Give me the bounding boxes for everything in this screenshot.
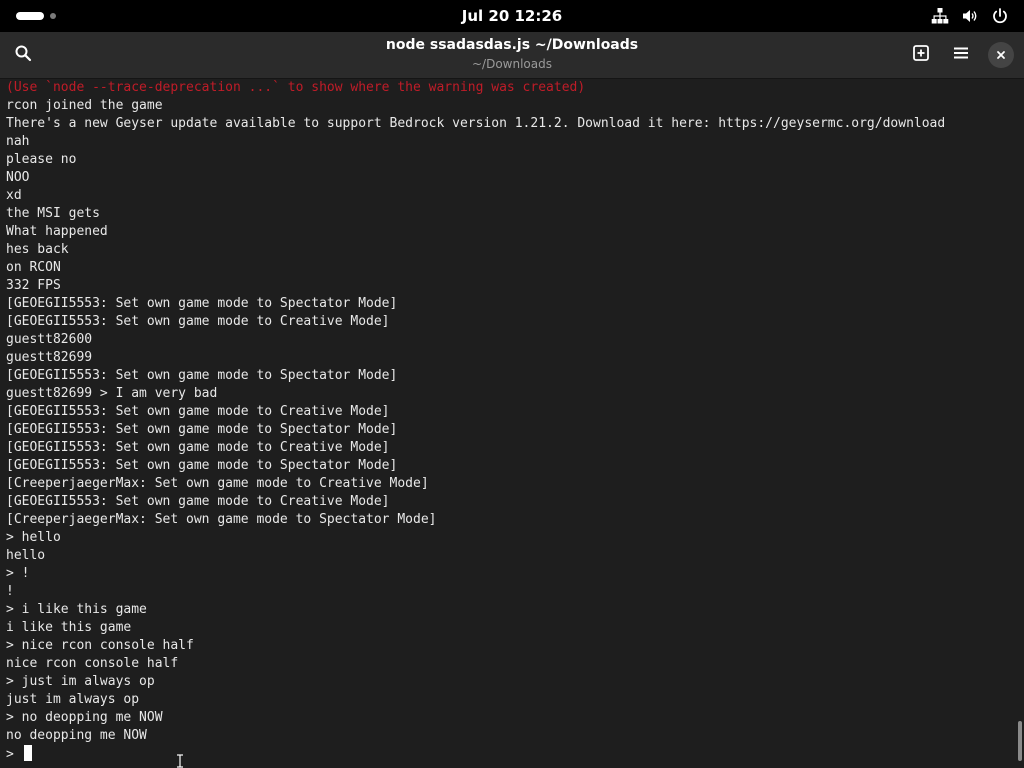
menu-icon [952,44,970,66]
new-tab-button[interactable] [905,39,937,71]
terminal-line: please no [6,152,77,167]
terminal-line: the MSI gets [6,206,100,221]
system-tray[interactable] [930,6,1010,26]
close-icon [988,42,1014,68]
terminal-line: [GEOEGII5553: Set own game mode to Creat… [6,404,390,419]
terminal-line: [GEOEGII5553: Set own game mode to Spect… [6,368,398,383]
terminal-line: i like this game [6,620,132,635]
terminal-line: [GEOEGII5553: Set own game mode to Creat… [6,440,390,455]
power-icon[interactable] [990,6,1010,26]
search-button[interactable] [7,39,39,71]
terminal-line: > just im always op [6,674,155,689]
new-tab-icon [912,44,930,66]
terminal-scrollbar[interactable] [1018,721,1022,761]
terminal-line: nah [6,134,30,149]
terminal-line: [CreeperjaegerMax: Set own game mode to … [6,476,429,491]
mouse-ibeam-cursor-icon [177,754,183,768]
terminal-line: nice rcon console half [6,656,179,671]
terminal-line: > ! [6,566,30,581]
terminal-line: [GEOEGII5553: Set own game mode to Creat… [6,494,390,509]
main-menu-button[interactable] [945,39,977,71]
terminal-line: guestt82600 [6,332,93,347]
system-top-bar: Jul 20 12:26 [0,0,1024,32]
text-cursor [23,745,32,761]
terminal-line: [GEOEGII5553: Set own game mode to Creat… [6,314,390,329]
terminal-header-bar: node ssadasdas.js ~/Downloads ~/Download… [0,32,1024,79]
terminal-lines: (Use `node --trace-deprecation ...` to s… [6,79,945,763]
volume-icon[interactable] [960,6,980,26]
terminal-line: 332 FPS [6,278,61,293]
window-title: node ssadasdas.js ~/Downloads [385,37,639,53]
terminal-line: guestt82699 > I am very bad [6,386,218,401]
window-subtitle: ~/Downloads [472,57,552,71]
terminal-line: [GEOEGII5553: Set own game mode to Spect… [6,296,398,311]
terminal-line: ! [6,584,14,599]
terminal-line: no deopping me NOW [6,728,147,743]
terminal-line: xd [6,188,22,203]
terminal-line: [GEOEGII5553: Set own game mode to Spect… [6,422,398,437]
terminal-line: guestt82699 [6,350,93,365]
terminal-line: There's a new Geyser update available to… [6,116,946,131]
terminal-warning-line: (Use `node --trace-deprecation ...` to s… [6,80,586,95]
terminal-line: [GEOEGII5553: Set own game mode to Spect… [6,458,398,473]
terminal-line: > i like this game [6,602,147,617]
terminal-line: on RCON [6,260,61,275]
terminal-line: rcon joined the game [6,98,163,113]
terminal-line: > no deopping me NOW [6,710,163,725]
close-window-button[interactable] [985,39,1017,71]
terminal-line: > nice rcon console half [6,638,194,653]
terminal-line: What happened [6,224,108,239]
terminal-line: hes back [6,242,69,257]
terminal-line: just im always op [6,692,140,707]
network-icon[interactable] [930,6,950,26]
terminal-line: > hello [6,530,61,545]
clock[interactable]: Jul 20 12:26 [0,0,1024,32]
terminal-line: [CreeperjaegerMax: Set own game mode to … [6,512,437,527]
terminal-line: hello [6,548,46,563]
search-icon [14,44,32,66]
terminal-line: NOO [6,170,30,185]
terminal-prompt-line[interactable]: > [6,745,945,763]
terminal-prompt: > [6,747,22,762]
terminal-output[interactable]: (Use `node --trace-deprecation ...` to s… [0,79,1024,768]
